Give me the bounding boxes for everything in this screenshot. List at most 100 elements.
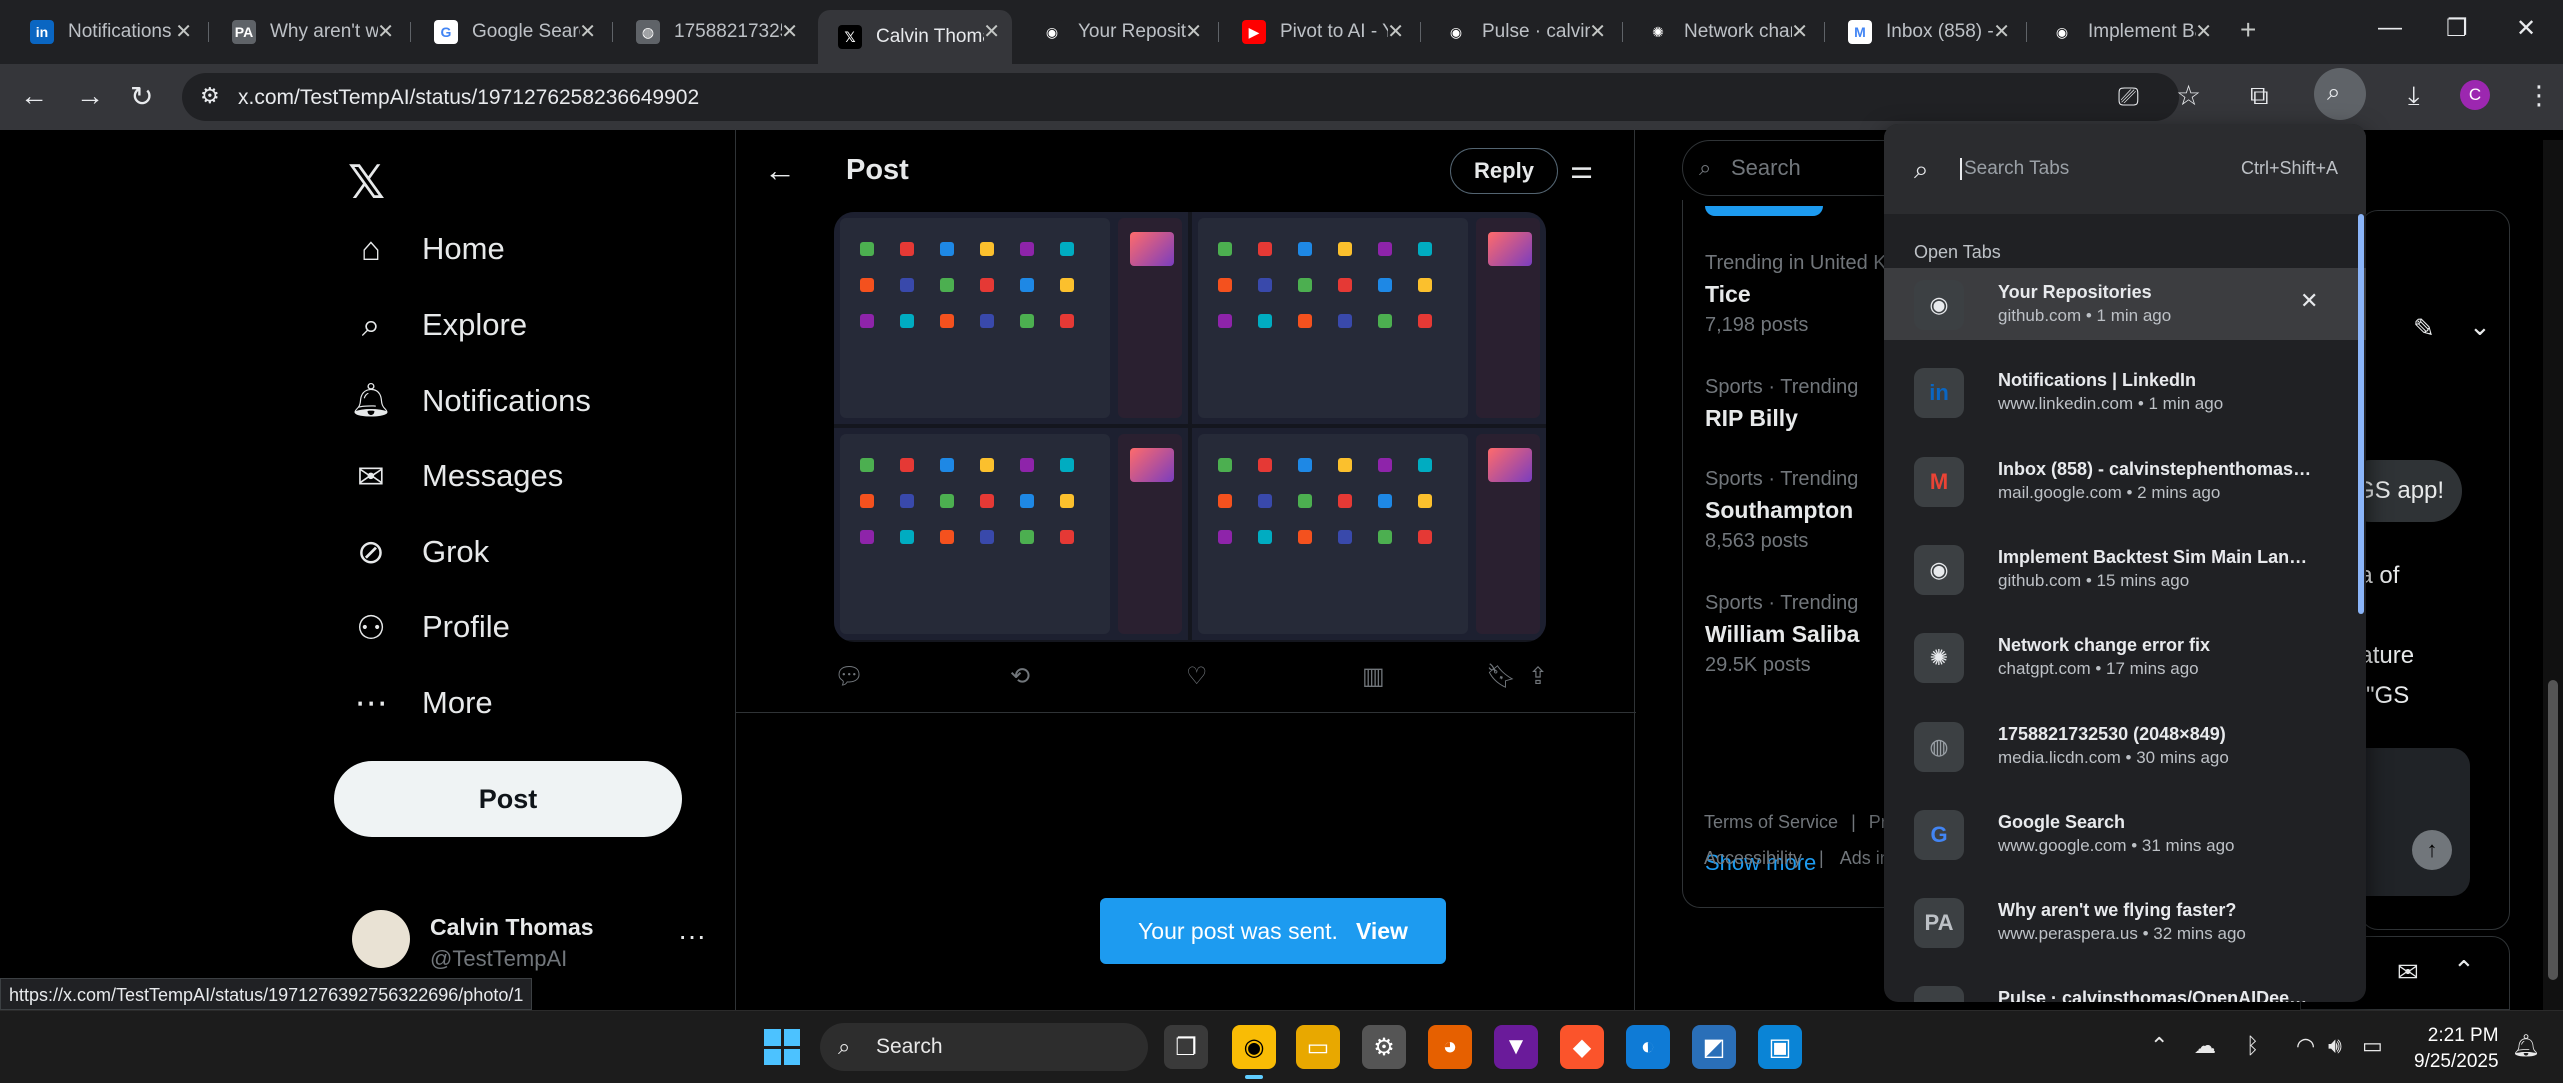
battery-icon[interactable]: ▭	[2362, 1033, 2383, 1059]
install-app-icon[interactable]: ⎚	[2118, 81, 2139, 113]
open-tab-item[interactable]: ◉Pulse · calvinsthomas/OpenAIDeepSe...gi…	[1884, 974, 2366, 1002]
close-window-button[interactable]: ✕	[2516, 14, 2536, 43]
profile-avatar[interactable]: C	[2460, 80, 2490, 110]
browser-tab[interactable]: ◍ 1758821732530 (2048×849)✕	[616, 12, 810, 52]
chrome-icon[interactable]: ◉	[1232, 1025, 1276, 1069]
brave-icon[interactable]: ◆	[1560, 1025, 1604, 1069]
close-tab-icon[interactable]: ✕	[175, 19, 192, 44]
wifi-icon[interactable]: ◠	[2296, 1033, 2315, 1059]
nav-item-messages[interactable]: ✉ Messages	[350, 457, 563, 496]
close-tab-icon[interactable]: ✕	[579, 19, 596, 44]
taskbar-search[interactable]: ⌕ Search	[820, 1023, 1148, 1071]
settings-icon[interactable]: ⚙	[1362, 1025, 1406, 1069]
post-media-image[interactable]	[834, 212, 1546, 642]
open-tab-item[interactable]: ◉ Implement Backtest Sim Main Landin... gi…	[1884, 533, 2366, 605]
close-tab-icon[interactable]: ✕	[781, 19, 798, 44]
reload-button[interactable]: ↻	[130, 80, 153, 113]
nav-item-home[interactable]: ⌂ Home	[350, 230, 505, 268]
close-tab-icon[interactable]: ✕	[2300, 288, 2318, 314]
close-tab-icon[interactable]: ✕	[1185, 19, 1202, 44]
downloads-icon[interactable]: ⤓	[2408, 80, 2420, 112]
browser-tab[interactable]: 𝕏 Calvin Thomas✕	[818, 10, 1012, 64]
browser-tab[interactable]: in Notifications | LinkedIn✕	[10, 12, 204, 52]
task-view-icon[interactable]: ❐	[1164, 1025, 1208, 1069]
close-tab-icon[interactable]: ✕	[1993, 19, 2010, 44]
browser-tab[interactable]: PA Why aren't we flying faster?✕	[212, 12, 406, 52]
new-tab-button[interactable]: +	[2240, 14, 2256, 46]
back-button[interactable]: ←	[20, 80, 48, 112]
collapse-chat-icon[interactable]: ⌄	[2469, 311, 2491, 342]
browser-tab[interactable]: ✺ Network change error fix✕	[1626, 12, 1820, 52]
close-tab-icon[interactable]: ✕	[983, 19, 1000, 44]
open-tab-item[interactable]: G Google Search www.google.com • 31 mins a…	[1884, 798, 2366, 870]
onedrive-icon[interactable]: ☁	[2194, 1033, 2216, 1059]
expand-chevron-icon[interactable]: ⌃	[2453, 955, 2475, 986]
close-tab-icon[interactable]: ✕	[2195, 19, 2212, 44]
trend-item[interactable]: Sports · Trending RIP Billy	[1705, 376, 1858, 438]
open-tab-item[interactable]: in Notifications | LinkedIn www.linkedin.c…	[1884, 356, 2366, 428]
new-message-icon[interactable]: ✉	[2397, 957, 2419, 988]
edge-icon[interactable]: ◐	[1626, 1025, 1670, 1069]
nav-item-profile[interactable]: ⚇ Profile	[350, 608, 510, 647]
open-tab-item[interactable]: M Inbox (858) - calvinstephenthomas@... ma…	[1884, 445, 2366, 517]
views-icon[interactable]: ▥	[1362, 662, 1385, 691]
like-icon[interactable]: ♡	[1186, 662, 1208, 691]
bluetooth-icon[interactable]: ᛒ	[2246, 1033, 2259, 1059]
bookmark-star-icon[interactable]: ☆	[2176, 79, 2201, 112]
nav-item-grok[interactable]: ⊘ Grok	[350, 532, 489, 571]
url-text[interactable]: x.com/TestTempAI/status/1971276258236649…	[238, 86, 699, 110]
taskbar-clock[interactable]: 2:21 PM 9/25/2025	[2414, 1023, 2499, 1075]
extensions-icon[interactable]: ⧉	[2250, 80, 2269, 112]
x-search-input[interactable]: ⌕ Search	[1682, 140, 1912, 196]
open-tab-item[interactable]: ◉ Your Repositories github.com • 1 min ago…	[1884, 268, 2366, 340]
notifications-bell-icon[interactable]: 🔔︎	[2512, 1033, 2540, 1059]
browser-tab[interactable]: ▶ Pivot to AI - YouTube✕	[1222, 12, 1416, 52]
photos-icon[interactable]: ◩	[1692, 1025, 1736, 1069]
browser-tab[interactable]: M Inbox (858) - calvinstephenthomas✕	[1828, 12, 2022, 52]
popup-scrollbar[interactable]	[2358, 214, 2364, 614]
repost-icon[interactable]: ⟲	[1010, 662, 1030, 691]
trend-item[interactable]: Sports · Trending Southampton 8,563 posts	[1705, 468, 1858, 553]
tray-overflow-icon[interactable]: ⌃	[2150, 1033, 2168, 1059]
close-tab-icon[interactable]: ✕	[1387, 19, 1404, 44]
close-tab-icon[interactable]: ✕	[1791, 19, 1808, 44]
browser-tab[interactable]: G Google Search✕	[414, 12, 608, 52]
close-tab-icon[interactable]: ✕	[377, 19, 394, 44]
browser-tab[interactable]: ◉ Your Repositories✕	[1020, 12, 1214, 52]
footer-terms-link[interactable]: Terms of Service	[1704, 812, 1838, 832]
restore-button[interactable]: ❐	[2446, 14, 2468, 43]
close-tab-icon[interactable]: ✕	[1589, 19, 1606, 44]
firefox-icon[interactable]: ◕	[1428, 1025, 1472, 1069]
send-arrow-icon[interactable]: ↑	[2412, 830, 2452, 870]
x-logo[interactable]: 𝕏	[348, 155, 385, 209]
browser-menu-icon[interactable]: ⋮	[2526, 80, 2552, 111]
nav-item-explore[interactable]: ⌕ Explore	[350, 306, 527, 345]
more-options-icon[interactable]: ···	[678, 920, 706, 952]
forward-button[interactable]: →	[76, 80, 104, 112]
open-tab-item[interactable]: ◍ 1758821732530 (2048×849) media.licdn.com…	[1884, 710, 2366, 782]
tab-search-button[interactable]: ⌕	[2314, 68, 2366, 120]
vpn-icon[interactable]: ▼	[1494, 1025, 1538, 1069]
browser-tab[interactable]: ◉ Pulse · calvinsthomas✕	[1424, 12, 1618, 52]
minimize-button[interactable]: —	[2378, 14, 2402, 42]
post-button[interactable]: Post	[334, 761, 682, 837]
scrollbar-thumb[interactable]	[2548, 680, 2558, 980]
footer-accessibility-link[interactable]: Accessibility	[1704, 848, 1802, 868]
trend-item[interactable]: Sports · Trending William Saliba 29.5K pos…	[1705, 592, 1859, 677]
app-icon[interactable]: ▣	[1758, 1025, 1802, 1069]
nav-item-notifications[interactable]: 🔔︎ Notifications	[350, 381, 591, 420]
back-arrow-icon[interactable]: ←	[764, 152, 796, 189]
toast-view-link[interactable]: View	[1356, 918, 1408, 944]
filter-icon[interactable]: ⚌	[1570, 154, 1593, 185]
reply-button[interactable]: Reply	[1450, 148, 1558, 194]
tab-search-field[interactable]: ⌕ Search Tabs Ctrl+Shift+A	[1884, 124, 2366, 214]
file-explorer-icon[interactable]: ▭	[1296, 1025, 1340, 1069]
nav-item-more[interactable]: ⋯ More	[350, 683, 493, 722]
browser-tab[interactable]: ◉ Implement Backtest Sim✕	[2030, 12, 2224, 52]
open-tab-item[interactable]: PA Why aren't we flying faster? www.perasp…	[1884, 886, 2366, 958]
site-info-icon[interactable]: ⚙	[200, 83, 220, 109]
open-tab-item[interactable]: ✺ Network change error fix chatgpt.com • 1…	[1884, 621, 2366, 693]
share-icon[interactable]: ⇪	[1528, 662, 1548, 691]
address-bar[interactable]: ⚙ x.com/TestTempAI/status/19712762582366…	[182, 73, 2201, 121]
compose-message-icon[interactable]: ✎	[2413, 313, 2435, 344]
